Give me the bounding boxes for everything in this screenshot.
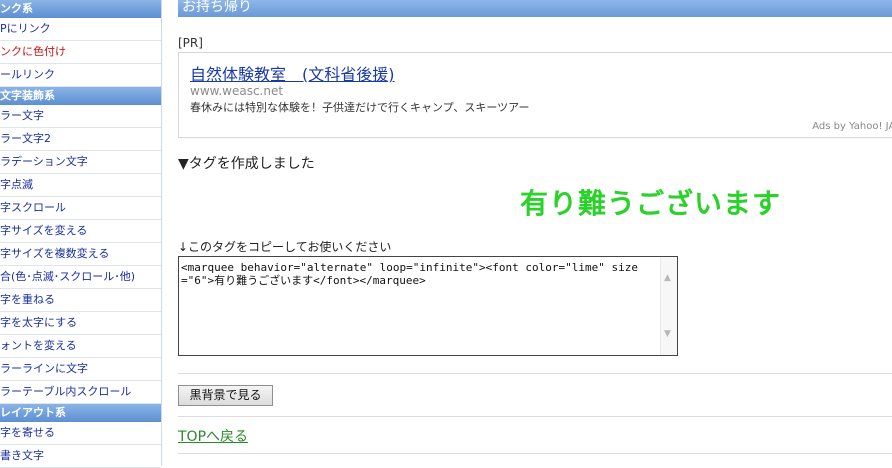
sidebar-item[interactable]: 字を重ねる bbox=[0, 289, 161, 312]
ad-title-link[interactable]: 自然体験教室 (文科省後援) bbox=[190, 61, 395, 85]
sidebar-section-header: ンク系 bbox=[0, 0, 161, 18]
sidebar-item[interactable]: 字サイズを変える bbox=[0, 220, 161, 243]
sidebar-item[interactable]: 字スクロール bbox=[0, 197, 161, 220]
preview-marquee-text: 有り難うございます bbox=[520, 187, 782, 220]
textarea-scrollbar[interactable]: ▲ ▼ bbox=[660, 257, 677, 355]
tag-code-textarea[interactable]: <marquee behavior="alternate" loop="infi… bbox=[178, 256, 678, 356]
ad-credit[interactable]: Ads by Yahoo! JAPAN bbox=[812, 121, 892, 132]
sidebar-section-header: レイアウト系 bbox=[0, 404, 161, 422]
tag-code-text[interactable]: <marquee behavior="alternate" loop="infi… bbox=[181, 261, 655, 287]
sidebar-nav: ンク系 Pにリンク ンクに色付け ールリンク 文字装飾系 ラー文字 ラー文字2 ラデーション文… bbox=[0, 0, 162, 468]
sidebar-item[interactable]: ラーテーブル内スクロール bbox=[0, 381, 161, 404]
scroll-down-icon[interactable]: ▼ bbox=[664, 329, 671, 339]
ad-url[interactable]: www.weasc.net bbox=[190, 84, 283, 98]
main-content: お持ち帰り [PR] 自然体験教室 (文科省後援) www.weasc.net … bbox=[172, 0, 892, 466]
sidebar-item[interactable]: 書き文字 bbox=[0, 445, 161, 468]
sidebar-item[interactable]: 合(色･点滅･スクロール･他) bbox=[0, 266, 161, 289]
divider bbox=[178, 453, 892, 454]
sidebar-item[interactable]: ラーラインに文字 bbox=[0, 358, 161, 381]
sidebar-item[interactable]: 字点滅 bbox=[0, 174, 161, 197]
sidebar-item[interactable]: ンクに色付け bbox=[0, 41, 161, 64]
sidebar-item[interactable]: ォントを変える bbox=[0, 335, 161, 358]
back-to-top-link[interactable]: TOPへ戻る bbox=[178, 426, 248, 446]
section-title: お持ち帰り bbox=[178, 0, 892, 17]
pr-label: [PR] bbox=[178, 36, 203, 50]
created-message: ▼タグを作成しました bbox=[178, 156, 315, 172]
ad-description: 春休みには特別な体験を！子供達だけで行くキャンプ、スキーツアー bbox=[190, 101, 530, 114]
sidebar-item[interactable]: ラー文字 bbox=[0, 105, 161, 128]
black-background-button[interactable]: 黒背景で見る bbox=[178, 385, 273, 406]
divider bbox=[178, 373, 892, 374]
sidebar-item[interactable]: 字を太字にする bbox=[0, 312, 161, 335]
copy-instruction: ↓このタグをコピーしてお使いください bbox=[178, 240, 392, 254]
ad-box: 自然体験教室 (文科省後援) www.weasc.net 春休みには特別な体験を… bbox=[178, 52, 892, 138]
scroll-up-icon[interactable]: ▲ bbox=[664, 273, 671, 283]
sidebar-item[interactable]: Pにリンク bbox=[0, 18, 161, 41]
sidebar-item[interactable]: ールリンク bbox=[0, 64, 161, 87]
sidebar-section-header: 文字装飾系 bbox=[0, 87, 161, 105]
divider bbox=[178, 416, 892, 417]
sidebar-item[interactable]: 字を寄せる bbox=[0, 422, 161, 445]
sidebar-item[interactable]: ラデーション文字 bbox=[0, 151, 161, 174]
sidebar-item[interactable]: ラー文字2 bbox=[0, 128, 161, 151]
sidebar-item[interactable]: 字サイズを複数変える bbox=[0, 243, 161, 266]
